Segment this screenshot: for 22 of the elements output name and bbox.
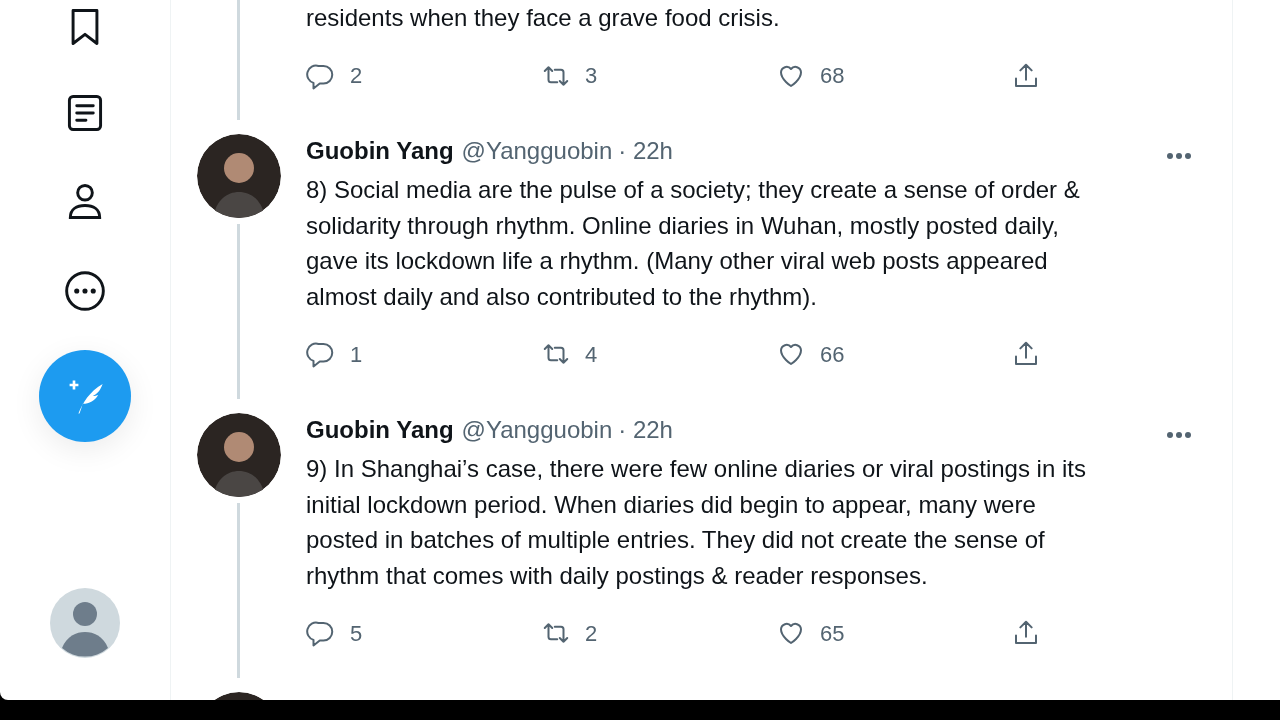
like-button[interactable]: 65: [776, 616, 1011, 650]
account-avatar[interactable]: [50, 588, 120, 658]
avatar[interactable]: [196, 134, 281, 218]
post-text: residents when they face a grave food crisis.: [306, 3, 781, 33]
post-time: · 22h: [618, 136, 673, 166]
avatar[interactable]: [196, 413, 281, 497]
post-text: 9) In Shanghai’s case, there were few online diaries or viral postings in its initial lockdown period. When diaries did begin to appear, many were posted in batches of multiple entries. They did not create the sense of rhythm that comes with daily postings & reader responses.: [306, 454, 1087, 591]
author-name[interactable]: Guobin Yang: [306, 412, 454, 448]
retweet-button[interactable]: 3: [541, 59, 776, 92]
like-button[interactable]: 66: [776, 337, 1011, 371]
retweet-button[interactable]: 4: [541, 337, 776, 371]
post-time: · 22h: [618, 415, 673, 445]
retweet-button[interactable]: 2: [541, 616, 776, 650]
author-handle[interactable]: @Yangguobin: [461, 412, 613, 448]
post-text: 8) Social media are the pulse of a society; they create a sense of order & solidarity through rhythm. Online diaries in Wuhan, mostly posted daily, gave its lockdown life a rhythm. (Many other viral web posts appeared almost daily and also contributed to the rhythm).: [306, 175, 1081, 312]
author-name[interactable]: Guobin Yang: [306, 133, 454, 169]
more-icon[interactable]: [63, 269, 107, 313]
like-button[interactable]: 68: [776, 59, 1011, 92]
author-handle[interactable]: @Yangguobin: [461, 133, 613, 169]
reply-button[interactable]: 2: [306, 59, 541, 92]
reply-button[interactable]: 1: [306, 337, 541, 371]
reply-button[interactable]: 5: [306, 616, 541, 650]
